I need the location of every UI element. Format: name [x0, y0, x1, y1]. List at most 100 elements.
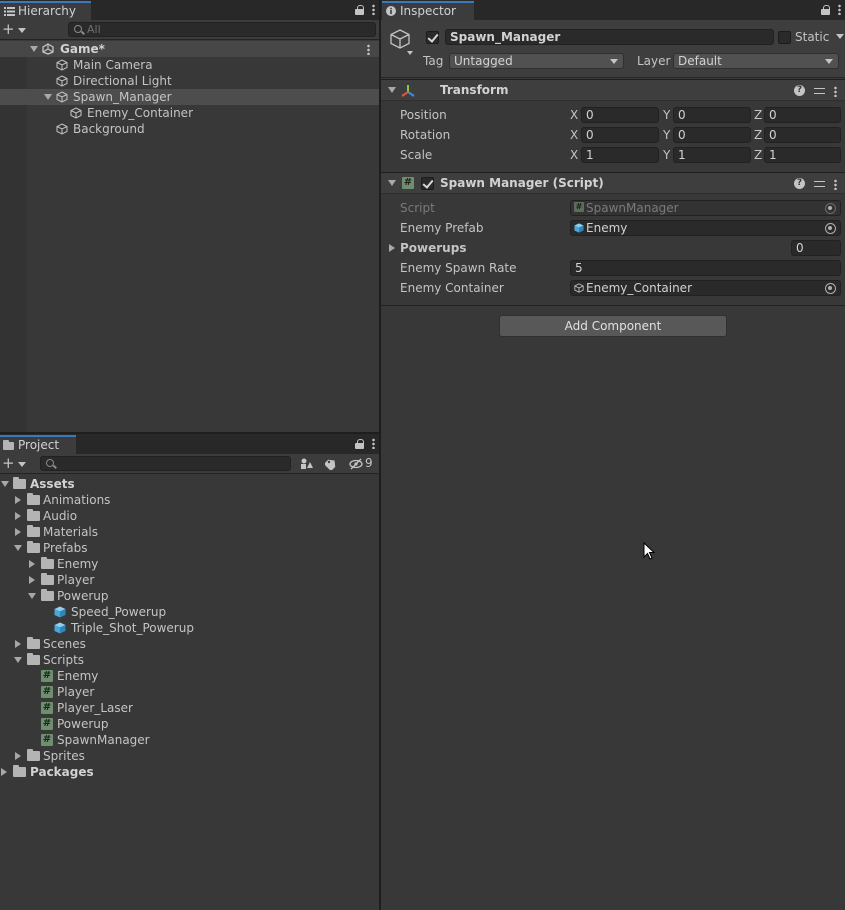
spawn-manager-foldout-icon[interactable] — [388, 180, 396, 186]
hierarchy-item-background[interactable]: Background — [0, 121, 379, 137]
rotation-y-axis-label[interactable]: Y — [663, 127, 670, 143]
project-item-prefabs-powerup[interactable]: Powerup — [0, 588, 379, 604]
project-item-prefabs-enemy[interactable]: Enemy — [0, 556, 379, 572]
collapse-arrow-icon[interactable] — [14, 545, 22, 551]
object-picker-icon[interactable] — [825, 283, 836, 294]
project-item-materials[interactable]: Materials — [0, 524, 379, 540]
project-item-assets[interactable]: Assets — [0, 476, 379, 492]
expand-arrow-icon[interactable] — [15, 640, 21, 648]
create-dropdown-button[interactable]: + — [2, 22, 28, 38]
scale-z-axis-label[interactable]: Z — [754, 147, 762, 163]
position-y-field[interactable]: 0 — [673, 107, 751, 123]
enemy-prefab-field[interactable]: Enemy — [570, 220, 841, 236]
spawn-manager-header[interactable]: # Spawn Manager (Script) ? — [381, 172, 845, 194]
project-item-script-player[interactable]: # Player — [0, 684, 379, 700]
expand-arrow-icon[interactable] — [29, 560, 35, 568]
lock-icon[interactable] — [355, 5, 364, 15]
hierarchy-item-main-camera[interactable]: Main Camera — [0, 57, 379, 73]
object-name-input[interactable]: Spawn_Manager — [445, 29, 774, 45]
presets-icon[interactable] — [814, 86, 825, 96]
project-item-animations[interactable]: Animations — [0, 492, 379, 508]
project-item-triple-shot-powerup[interactable]: Triple_Shot_Powerup — [0, 620, 379, 636]
tab-project[interactable]: Project — [0, 435, 76, 454]
position-x-axis-label[interactable]: X — [570, 107, 578, 123]
position-y-axis-label[interactable]: Y — [663, 107, 670, 123]
project-item-script-player-laser[interactable]: # Player_Laser — [0, 700, 379, 716]
powerups-foldout-icon[interactable] — [389, 244, 395, 252]
enemy-spawn-rate-field[interactable]: 5 — [570, 260, 841, 276]
kebab-menu-icon[interactable] — [372, 4, 375, 15]
scale-x-axis-label[interactable]: X — [570, 147, 578, 163]
filter-by-type-icon[interactable] — [300, 458, 314, 470]
transform-header[interactable]: Transform ? — [381, 79, 845, 101]
lock-icon[interactable] — [355, 439, 364, 449]
rotation-z-field[interactable]: 0 — [764, 127, 841, 143]
transform-foldout-icon[interactable] — [388, 87, 396, 93]
expand-arrow-icon[interactable] — [15, 528, 21, 536]
object-picker-icon[interactable] — [825, 223, 836, 234]
scale-y-field[interactable]: 1 — [673, 147, 751, 163]
filter-by-label-icon[interactable] — [325, 458, 337, 470]
project-item-script-powerup[interactable]: # Powerup — [0, 716, 379, 732]
kebab-menu-icon[interactable] — [834, 86, 837, 97]
component-enabled-checkbox[interactable] — [421, 177, 434, 190]
spawn-manager-foldout-icon[interactable] — [44, 94, 52, 100]
hierarchy-item-spawn-manager[interactable]: Spawn_Manager — [0, 89, 379, 105]
help-icon[interactable]: ? — [794, 178, 805, 189]
tag-dropdown[interactable]: Untagged — [449, 53, 624, 69]
add-component-button[interactable]: Add Component — [499, 315, 727, 337]
rotation-x-axis-label[interactable]: X — [570, 127, 578, 143]
vertical-splitter[interactable] — [379, 0, 381, 910]
active-checkbox[interactable] — [426, 31, 439, 44]
project-item-scenes[interactable]: Scenes — [0, 636, 379, 652]
layer-dropdown[interactable]: Default — [673, 53, 839, 69]
position-z-field[interactable]: 0 — [764, 107, 841, 123]
project-item-scripts[interactable]: Scripts — [0, 652, 379, 668]
kebab-menu-icon[interactable] — [372, 438, 375, 449]
project-item-audio[interactable]: Audio — [0, 508, 379, 524]
help-icon[interactable]: ? — [794, 85, 805, 96]
expand-arrow-icon[interactable] — [15, 512, 21, 520]
assets-foldout-icon[interactable] — [1, 481, 9, 487]
scene-foldout-icon[interactable] — [30, 46, 38, 52]
project-item-speed-powerup[interactable]: Speed_Powerup — [0, 604, 379, 620]
enemy-container-field[interactable]: Enemy_Container — [570, 280, 841, 296]
gameobject-large-icon[interactable] — [389, 28, 411, 50]
rotation-x-field[interactable]: 0 — [581, 127, 659, 143]
project-item-prefabs[interactable]: Prefabs — [0, 540, 379, 556]
presets-icon[interactable] — [814, 179, 825, 189]
rotation-label[interactable]: Rotation — [400, 127, 450, 143]
hidden-packages-icon[interactable] — [349, 458, 363, 470]
collapse-arrow-icon[interactable] — [14, 657, 22, 663]
collapse-arrow-icon[interactable] — [28, 593, 36, 599]
enemy-spawn-rate-label[interactable]: Enemy Spawn Rate — [400, 260, 517, 276]
static-checkbox[interactable] — [778, 31, 791, 44]
project-item-prefabs-player[interactable]: Player — [0, 572, 379, 588]
powerups-size-field[interactable]: 0 — [791, 240, 841, 256]
position-label[interactable]: Position — [400, 107, 447, 123]
expand-arrow-icon[interactable] — [15, 496, 21, 504]
scale-label[interactable]: Scale — [400, 147, 432, 163]
project-item-sprites[interactable]: Sprites — [0, 748, 379, 764]
project-search-input[interactable] — [40, 456, 291, 471]
hierarchy-search-input[interactable]: All — [68, 22, 376, 37]
lock-icon[interactable] — [821, 5, 830, 15]
create-asset-dropdown-button[interactable]: + — [2, 456, 28, 472]
tab-hierarchy[interactable]: Hierarchy — [0, 1, 91, 20]
hierarchy-item-enemy-container[interactable]: Enemy_Container — [0, 105, 379, 121]
project-item-script-spawnmanager[interactable]: # SpawnManager — [0, 732, 379, 748]
horizontal-splitter[interactable] — [0, 432, 379, 434]
scene-kebab-icon[interactable] — [367, 44, 370, 55]
project-item-script-enemy[interactable]: # Enemy — [0, 668, 379, 684]
scene-header-row[interactable]: Game* — [0, 41, 379, 57]
tab-inspector[interactable]: Inspector — [382, 1, 474, 20]
expand-arrow-icon[interactable] — [29, 576, 35, 584]
rotation-z-axis-label[interactable]: Z — [754, 127, 762, 143]
powerups-label[interactable]: Powerups — [400, 240, 466, 256]
hierarchy-item-directional-light[interactable]: Directional Light — [0, 73, 379, 89]
kebab-menu-icon[interactable] — [834, 179, 837, 190]
kebab-menu-icon[interactable] — [838, 4, 841, 15]
scale-y-axis-label[interactable]: Y — [663, 147, 670, 163]
static-dropdown[interactable]: Static — [795, 29, 845, 45]
scale-z-field[interactable]: 1 — [764, 147, 841, 163]
